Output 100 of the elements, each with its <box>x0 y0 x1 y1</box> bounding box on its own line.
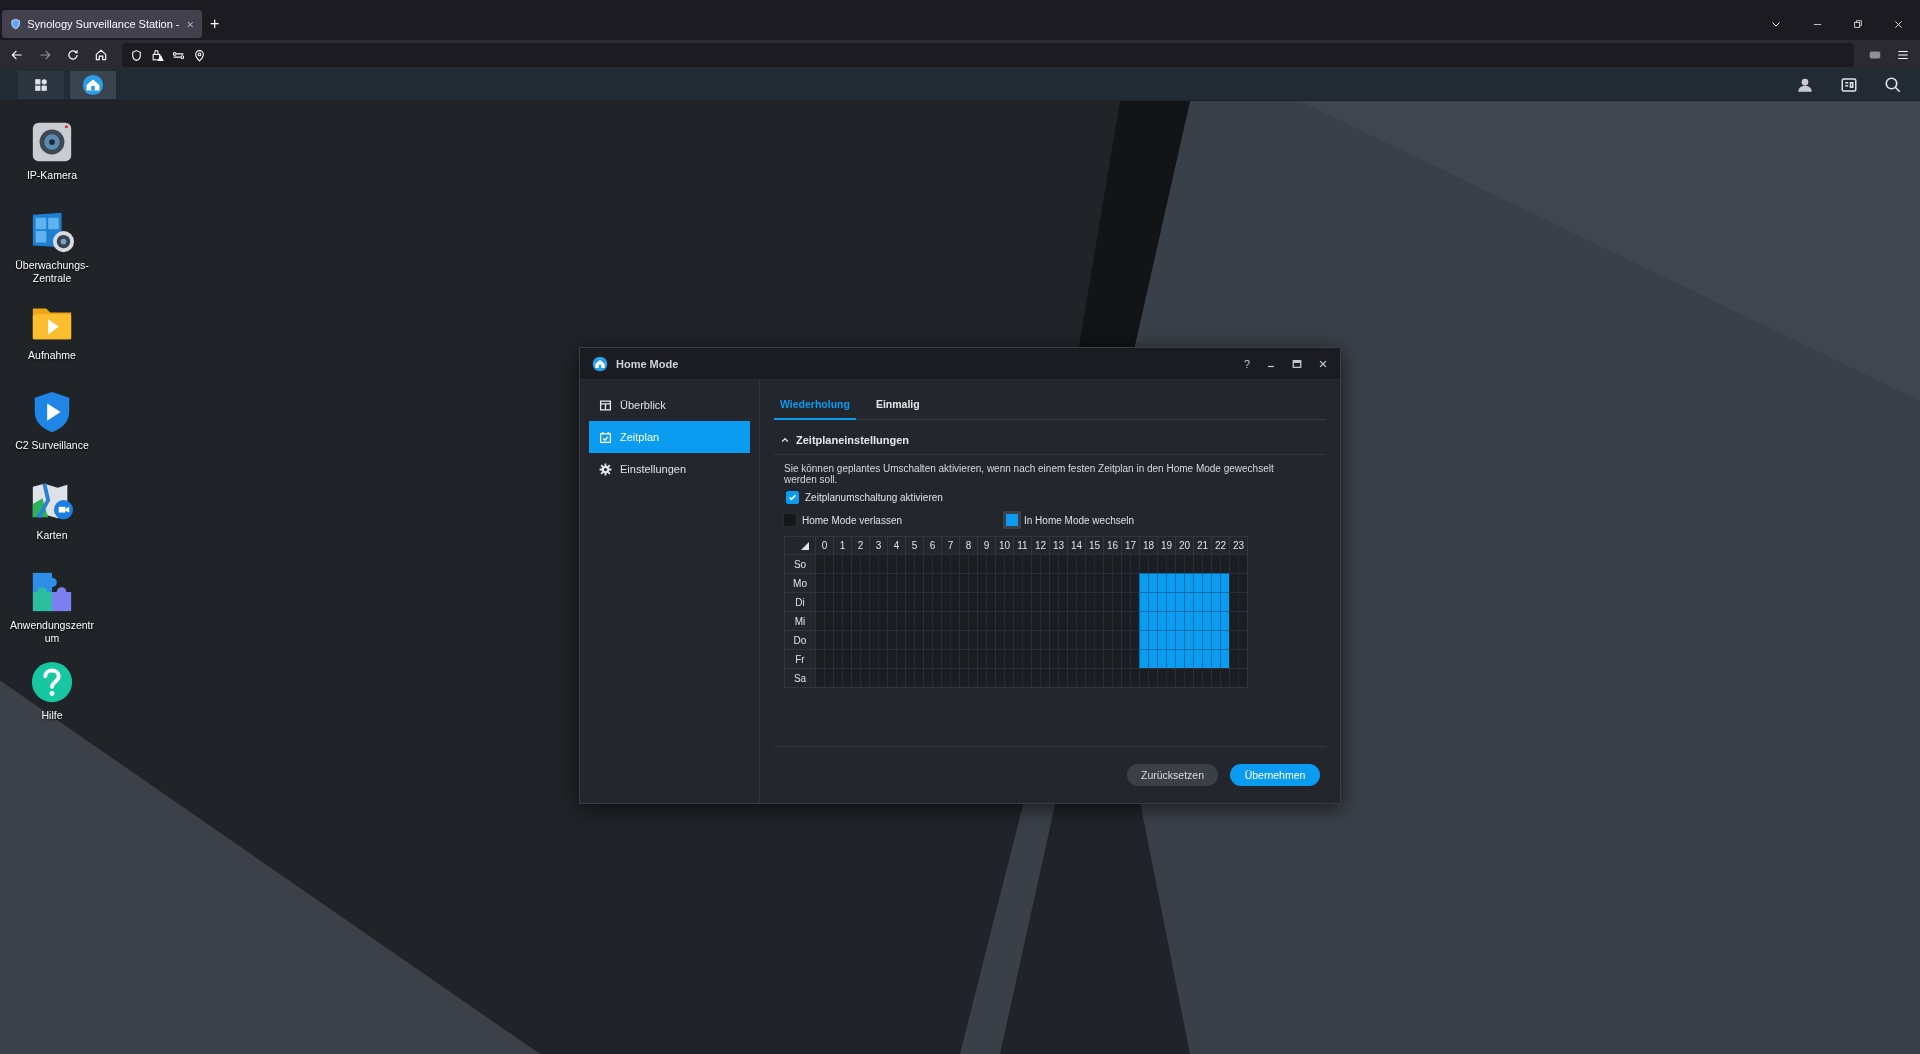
lock-warning-icon[interactable] <box>151 48 164 62</box>
schedule-slot[interactable] <box>1139 592 1157 611</box>
schedule-slot[interactable] <box>1085 668 1103 687</box>
schedule-slot[interactable] <box>959 554 977 573</box>
schedule-slot[interactable] <box>1049 668 1067 687</box>
desktop-icon-label[interactable]: IP-Kamera <box>8 169 96 182</box>
schedule-slot[interactable] <box>923 554 941 573</box>
schedule-slot[interactable] <box>1193 611 1211 630</box>
schedule-slot[interactable] <box>869 668 887 687</box>
schedule-slot[interactable] <box>1103 554 1121 573</box>
schedule-slot[interactable] <box>1139 611 1157 630</box>
schedule-slot[interactable] <box>941 668 959 687</box>
user-icon[interactable] <box>1796 76 1814 94</box>
help-button[interactable]: ? <box>1243 357 1250 370</box>
schedule-slot[interactable] <box>1139 668 1157 687</box>
shield-outline-icon[interactable] <box>130 48 143 62</box>
schedule-slot[interactable] <box>1013 554 1031 573</box>
tab[interactable]: Einmalig <box>869 398 926 420</box>
restore-icon[interactable] <box>1853 19 1863 29</box>
schedule-slot[interactable] <box>815 649 833 668</box>
desktop-icon-label[interactable]: C2 Surveillance <box>8 439 96 452</box>
schedule-slot[interactable] <box>1121 611 1139 630</box>
schedule-slot[interactable] <box>1157 554 1175 573</box>
home-mode-taskbar-button[interactable] <box>70 71 116 99</box>
schedule-slot[interactable] <box>1211 649 1229 668</box>
schedule-slot[interactable] <box>851 554 869 573</box>
schedule-slot[interactable] <box>1229 668 1247 687</box>
layout-icon[interactable] <box>599 398 612 412</box>
schedule-slot[interactable] <box>1121 630 1139 649</box>
schedule-slot[interactable] <box>1211 630 1229 649</box>
schedule-slot[interactable] <box>1031 668 1049 687</box>
schedule-slot[interactable] <box>1211 611 1229 630</box>
calendar-icon[interactable] <box>599 430 612 444</box>
schedule-slot[interactable] <box>1175 611 1193 630</box>
schedule-slot[interactable] <box>977 668 995 687</box>
reset-button[interactable]: Zurücksetzen <box>1126 764 1218 786</box>
main-menu-button[interactable] <box>18 71 64 99</box>
schedule-slot[interactable] <box>1157 592 1175 611</box>
schedule-slot[interactable] <box>905 554 923 573</box>
schedule-slot[interactable] <box>887 668 905 687</box>
schedule-grid[interactable]: 0 1 2 3 4 5 6 7 8 9 10 11 12 13 14 15 16 17 18 19 20 21 22 23 So Mo Di Mi Do Fr Sa <box>784 536 1248 688</box>
new-tab-button[interactable]: + <box>210 15 220 33</box>
schedule-slot[interactable] <box>1211 592 1229 611</box>
schedule-slot[interactable] <box>815 554 833 573</box>
forward-icon[interactable] <box>38 48 52 62</box>
schedule-slot[interactable] <box>1085 554 1103 573</box>
widgets-icon[interactable] <box>1840 76 1858 94</box>
reload-icon[interactable] <box>66 48 80 62</box>
schedule-slot[interactable] <box>1211 668 1229 687</box>
schedule-slot[interactable] <box>1175 668 1193 687</box>
schedule-slot[interactable] <box>1121 649 1139 668</box>
schedule-slot[interactable] <box>1175 554 1193 573</box>
schedule-slot[interactable] <box>851 668 869 687</box>
tab[interactable]: Wiederholung <box>774 398 856 420</box>
settings-icon[interactable] <box>599 462 612 476</box>
desktop-icon-label[interactable]: Karten <box>8 529 96 542</box>
schedule-slot[interactable] <box>1139 554 1157 573</box>
help-icon[interactable] <box>29 659 75 705</box>
browser-tab[interactable]: Synology Surveillance Station - <box>2 10 202 38</box>
schedule-slot[interactable] <box>1193 573 1211 592</box>
schedule-slot[interactable] <box>887 554 905 573</box>
schedule-slot[interactable] <box>941 554 959 573</box>
schedule-slot[interactable] <box>1157 573 1175 592</box>
schedule-slot[interactable] <box>1229 611 1247 630</box>
schedule-slot[interactable] <box>833 554 851 573</box>
schedule-slot[interactable] <box>977 554 995 573</box>
schedule-slot[interactable] <box>1121 668 1139 687</box>
shield-icon[interactable] <box>10 18 22 30</box>
schedule-slot[interactable] <box>1229 554 1247 573</box>
schedule-slot[interactable] <box>1139 573 1157 592</box>
checkbox[interactable] <box>786 491 799 504</box>
schedule-slot[interactable] <box>869 554 887 573</box>
schedule-slot[interactable] <box>833 668 851 687</box>
sidebar-item[interactable]: Überblick <box>589 389 750 421</box>
desktop-icon-label[interactable]: Anwendungszentrum <box>8 619 96 645</box>
schedule-slot[interactable] <box>1229 592 1247 611</box>
schedule-slot[interactable] <box>1175 573 1193 592</box>
schedule-slot[interactable] <box>1121 573 1139 592</box>
schedule-slot[interactable] <box>1229 649 1247 668</box>
schedule-slot[interactable] <box>1193 554 1211 573</box>
schedule-slot[interactable] <box>1121 554 1139 573</box>
schedule-slot[interactable] <box>1121 592 1139 611</box>
menu-icon[interactable] <box>1896 48 1910 62</box>
search-icon[interactable] <box>1884 76 1902 94</box>
schedule-slot[interactable] <box>1175 592 1193 611</box>
schedule-slot[interactable] <box>1139 649 1157 668</box>
close-icon[interactable] <box>1318 358 1328 369</box>
schedule-slot[interactable] <box>1211 573 1229 592</box>
schedule-slot[interactable] <box>1067 668 1085 687</box>
schedule-slot[interactable] <box>1229 573 1247 592</box>
schedule-slot[interactable] <box>1067 554 1085 573</box>
schedule-slot[interactable] <box>1193 668 1211 687</box>
schedule-slot[interactable] <box>815 592 833 611</box>
back-icon[interactable] <box>10 48 24 62</box>
schedule-slot[interactable] <box>1157 630 1175 649</box>
schedule-slot[interactable] <box>1211 554 1229 573</box>
section-title[interactable]: Zeitplaneinstellungen <box>796 434 910 446</box>
schedule-slot[interactable] <box>1175 630 1193 649</box>
schedule-slot[interactable] <box>1157 611 1175 630</box>
schedule-slot[interactable] <box>1157 668 1175 687</box>
